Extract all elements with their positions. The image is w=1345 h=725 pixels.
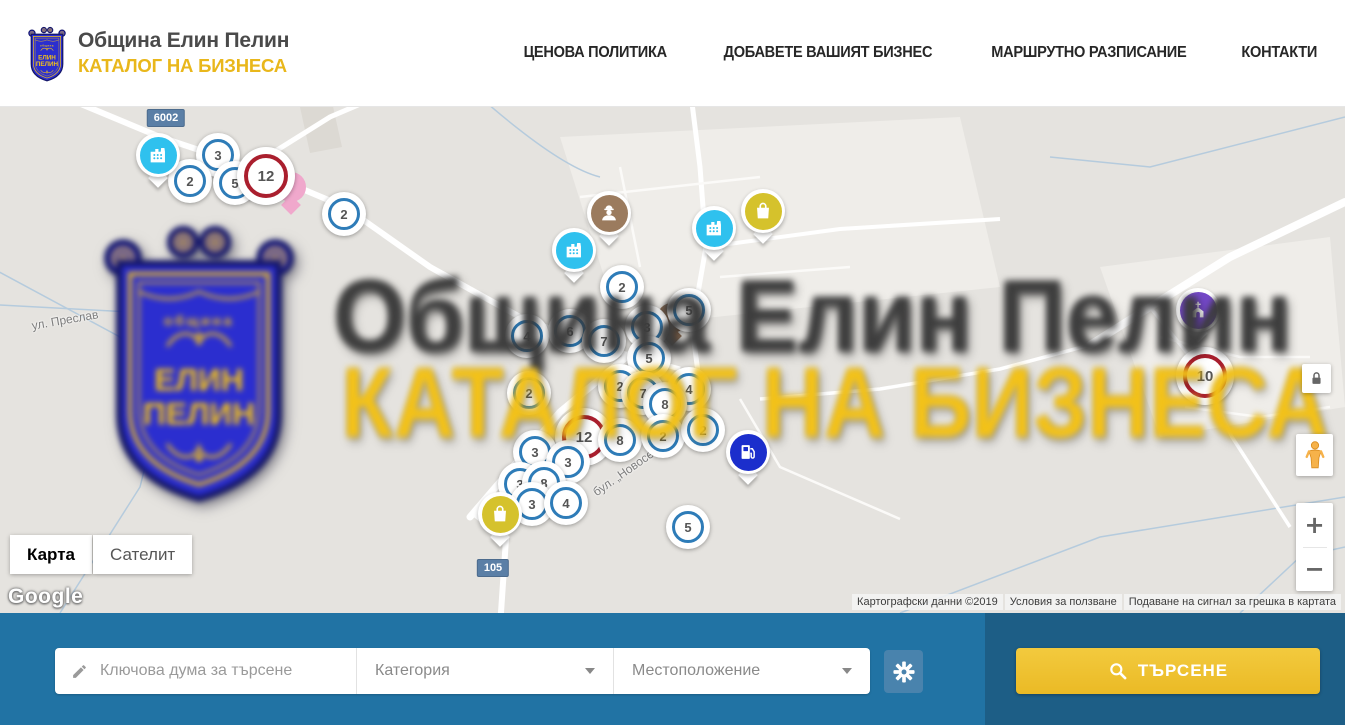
svg-text:община: община	[40, 44, 54, 48]
cluster-count: 2	[513, 377, 545, 409]
lock-button[interactable]	[1302, 364, 1331, 393]
attribution-terms-link[interactable]: Условия за ползване	[1005, 594, 1122, 610]
zoom-control: + −	[1296, 503, 1333, 591]
worker-icon	[598, 202, 620, 224]
header: община ЕЛИН ПЕЛИН Община Елин Пелин КАТА…	[0, 0, 1345, 107]
attribution-report-error-link[interactable]: Подаване на сигнал за грешка в картата	[1124, 594, 1341, 610]
map-pin-fuel[interactable]	[726, 430, 770, 483]
map-attribution: Картографски данни ©2019 Условия за полз…	[852, 594, 1341, 610]
keyword-field[interactable]	[55, 648, 356, 694]
map-pin-church[interactable]	[1176, 288, 1220, 341]
cluster-count: 5	[673, 294, 705, 326]
map-pin-worker[interactable]	[587, 191, 631, 244]
cluster-count: 8	[604, 424, 636, 456]
cluster-count: 7	[588, 325, 620, 357]
cluster-count: 12	[244, 154, 288, 198]
location-select-value: Местоположение	[632, 662, 760, 680]
chevron-down-icon	[585, 668, 595, 674]
search-button[interactable]: ТЪРСЕНЕ	[1016, 648, 1320, 694]
nav-contacts[interactable]: КОНТАКТИ	[1241, 44, 1317, 62]
cluster-marker[interactable]: 2	[322, 192, 366, 236]
cluster-marker[interactable]: 8	[598, 418, 642, 462]
map-pin-bag[interactable]	[478, 492, 522, 545]
factory-icon	[703, 217, 725, 239]
main-nav: ЦЕНОВА ПОЛИТИКА ДОБАВЕТЕ ВАШИЯТ БИЗНЕС М…	[519, 44, 1319, 62]
cluster-count: 2	[647, 420, 679, 452]
cluster-count: 2	[687, 414, 719, 446]
cluster-count: 10	[1183, 354, 1227, 398]
zoom-in-button[interactable]: +	[1296, 503, 1333, 547]
svg-text:ПЕЛИН: ПЕЛИН	[36, 61, 59, 68]
site-title: Община Елин Пелин	[78, 29, 289, 53]
fuel-pump-icon	[737, 441, 759, 463]
site-subtitle: КАТАЛОГ НА БИЗНЕСА	[78, 55, 289, 77]
site-logo[interactable]: община ЕЛИН ПЕЛИН Община Елин Пелин КАТА…	[26, 23, 289, 83]
nav-pricing-policy[interactable]: ЦЕНОВА ПОЛИТИКА	[523, 44, 666, 62]
cluster-marker[interactable]: 2	[600, 265, 644, 309]
attribution-copyright: Картографски данни ©2019	[852, 594, 1003, 610]
cluster-count: 4	[511, 320, 543, 352]
category-select-value: Категория	[375, 662, 450, 680]
map-view-button[interactable]: Карта	[10, 535, 92, 574]
location-select[interactable]: Местоположение	[613, 648, 870, 694]
pencil-icon	[71, 662, 88, 681]
google-logo[interactable]: Google	[8, 585, 83, 609]
map-pin-factory[interactable]	[136, 133, 180, 186]
cluster-marker[interactable]: 7	[582, 319, 626, 363]
pegman-icon	[1304, 440, 1326, 470]
church-icon	[1187, 299, 1209, 321]
cluster-count: 4	[550, 487, 582, 519]
chevron-down-icon	[842, 668, 852, 674]
shopping-bag-icon	[489, 503, 511, 525]
map-pin-factory[interactable]	[692, 206, 736, 259]
lock-icon	[1309, 371, 1324, 386]
advanced-settings-button[interactable]	[884, 650, 923, 693]
factory-icon	[563, 239, 585, 261]
cluster-marker[interactable]: 12	[237, 147, 295, 205]
cluster-marker[interactable]: 2	[641, 414, 685, 458]
municipality-crest-logo: община ЕЛИН ПЕЛИН	[26, 23, 68, 83]
markers-layer: 32512223647552274812822333834510	[0, 107, 1345, 613]
cluster-marker[interactable]: 2	[507, 371, 551, 415]
zoom-out-button[interactable]: −	[1296, 548, 1333, 592]
cluster-count: 5	[633, 342, 665, 374]
cluster-marker[interactable]: 10	[1176, 347, 1234, 405]
factory-icon	[147, 144, 169, 166]
cluster-marker[interactable]: 4	[544, 481, 588, 525]
map-canvas[interactable]: 6002105ул. Преславбул. „Новосел 32512223…	[0, 107, 1345, 613]
map-type-control: Карта Сателит	[10, 535, 193, 574]
cluster-marker[interactable]: 2	[681, 408, 725, 452]
cluster-marker[interactable]: 4	[505, 314, 549, 358]
satellite-view-button[interactable]: Сателит	[93, 535, 192, 574]
brand-text: Община Елин Пелин КАТАЛОГ НА БИЗНЕСА	[78, 29, 289, 77]
keyword-input[interactable]	[100, 662, 344, 680]
cluster-marker[interactable]: 5	[666, 505, 710, 549]
cluster-marker[interactable]: 5	[667, 288, 711, 332]
cluster-count: 5	[672, 511, 704, 543]
search-button-label: ТЪРСЕНЕ	[1138, 661, 1228, 681]
cluster-count: 2	[606, 271, 638, 303]
pegman-button[interactable]	[1296, 434, 1333, 476]
svg-text:ЕЛИН: ЕЛИН	[38, 54, 56, 61]
nav-add-business[interactable]: ДОБАВЕТЕ ВАШИЯТ БИЗНЕС	[724, 44, 933, 62]
gear-icon	[893, 661, 915, 683]
shopping-bag-icon	[752, 200, 774, 222]
search-icon	[1108, 661, 1128, 681]
search-bar: Категория Местоположение	[0, 613, 1345, 725]
nav-route-schedule[interactable]: МАРШРУТНО РАЗПИСАНИЕ	[991, 44, 1186, 62]
search-fields: Категория Местоположение	[55, 648, 870, 694]
map-pin-bag[interactable]	[741, 189, 785, 242]
category-select[interactable]: Категория	[356, 648, 613, 694]
cluster-count: 2	[328, 198, 360, 230]
page: община ЕЛИН ПЕЛИН Община Елин Пелин КАТА…	[0, 0, 1345, 725]
